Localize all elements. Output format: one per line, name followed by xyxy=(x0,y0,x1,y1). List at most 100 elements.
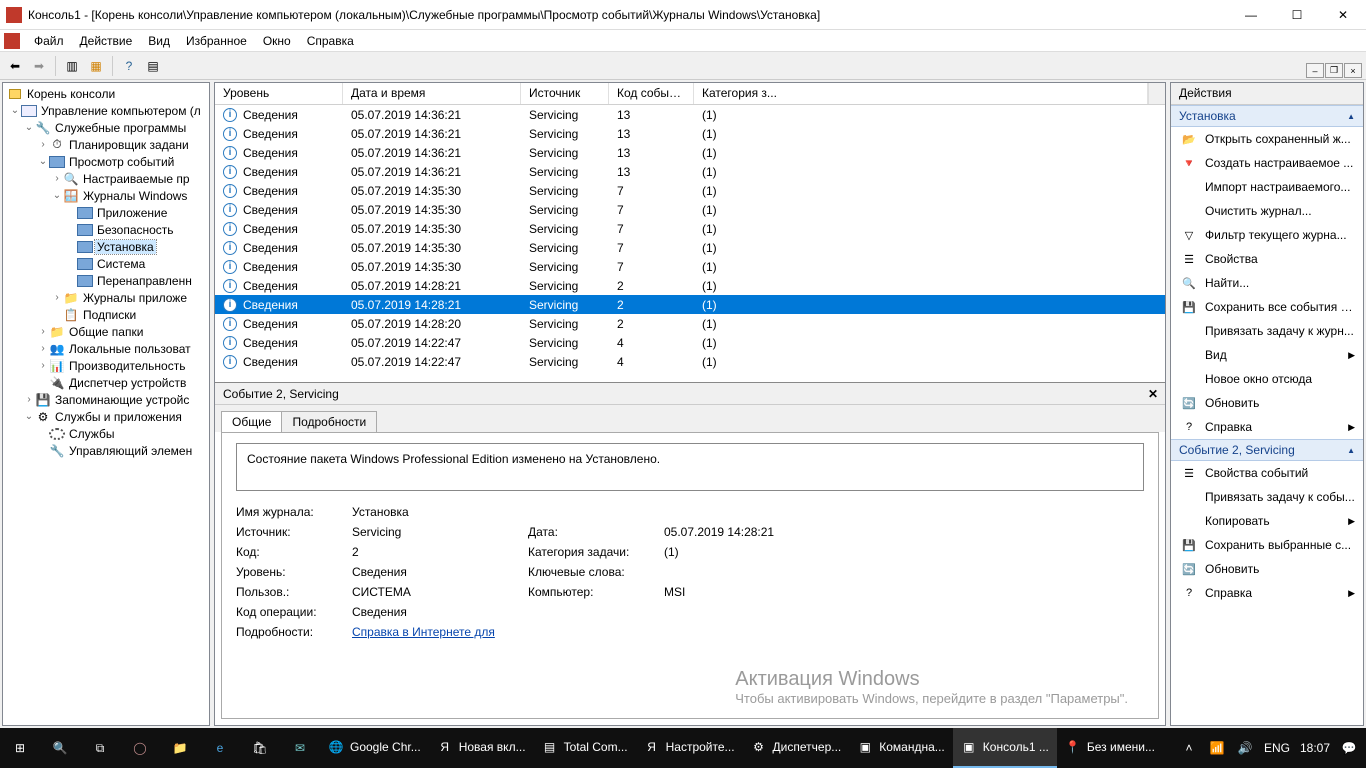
properties-button[interactable]: ▤ xyxy=(142,55,164,77)
event-row[interactable]: iСведения05.07.2019 14:28:21Servicing2(1… xyxy=(215,276,1165,295)
event-row[interactable]: iСведения05.07.2019 14:36:21Servicing13(… xyxy=(215,105,1165,124)
event-row[interactable]: iСведения05.07.2019 14:35:30Servicing7(1… xyxy=(215,238,1165,257)
action-item[interactable]: 🔍Найти... xyxy=(1171,271,1363,295)
actions-section-header[interactable]: Событие 2, Servicing▲ xyxy=(1171,439,1363,461)
taskbar-item[interactable]: ЯНастройте... xyxy=(636,728,743,768)
export-button[interactable]: ▦ xyxy=(85,55,107,77)
pinned-store[interactable]: 🛍 xyxy=(240,728,280,768)
col-datetime[interactable]: Дата и время xyxy=(343,83,521,104)
action-item[interactable]: 🔻Создать настраиваемое ... xyxy=(1171,151,1363,175)
action-item[interactable]: ▽Фильтр текущего журна... xyxy=(1171,223,1363,247)
tree-applogs[interactable]: ›📁Журналы приложе xyxy=(5,289,209,306)
event-row[interactable]: iСведения05.07.2019 14:22:47Servicing4(1… xyxy=(215,333,1165,352)
menu-action[interactable]: Действие xyxy=(72,32,141,50)
tree-root[interactable]: Корень консоли xyxy=(5,85,209,102)
taskview-button[interactable]: ⧉ xyxy=(80,728,120,768)
action-item[interactable]: Привязать задачу к журн... xyxy=(1171,319,1363,343)
menu-help[interactable]: Справка xyxy=(299,32,362,50)
minimize-button[interactable]: — xyxy=(1228,0,1274,30)
col-source[interactable]: Источник xyxy=(521,83,609,104)
menu-window[interactable]: Окно xyxy=(255,32,299,50)
event-row[interactable]: iСведения05.07.2019 14:28:20Servicing2(1… xyxy=(215,314,1165,333)
tray-notifications-icon[interactable]: 💬 xyxy=(1340,741,1358,755)
tree-pane[interactable]: Корень консоли ⌄Управление компьютером (… xyxy=(2,82,210,726)
action-item[interactable]: 📂Открыть сохраненный ж... xyxy=(1171,127,1363,151)
action-item[interactable]: Новое окно отсюда xyxy=(1171,367,1363,391)
menu-file[interactable]: Файл xyxy=(26,32,72,50)
action-item[interactable]: Очистить журнал... xyxy=(1171,199,1363,223)
help-online-link[interactable]: Справка в Интернете для xyxy=(352,625,495,639)
show-hide-tree-button[interactable]: ▥ xyxy=(61,55,83,77)
tree-users[interactable]: ›👥Локальные пользоват xyxy=(5,340,209,357)
event-row[interactable]: iСведения05.07.2019 14:35:30Servicing7(1… xyxy=(215,200,1165,219)
event-row[interactable]: iСведения05.07.2019 14:22:47Servicing4(1… xyxy=(215,352,1165,371)
tree-sched[interactable]: ›⏱Планировщик задани xyxy=(5,136,209,153)
tree-services[interactable]: Службы xyxy=(5,425,209,442)
pinned-mail[interactable]: ✉ xyxy=(280,728,320,768)
tray-lang[interactable]: ENG xyxy=(1264,741,1290,755)
tree-log-system[interactable]: Система xyxy=(5,255,209,272)
mdi-minimize[interactable]: – xyxy=(1306,63,1324,78)
taskbar-item[interactable]: 📍Без имени... xyxy=(1057,728,1163,768)
action-item[interactable]: 🔄Обновить xyxy=(1171,557,1363,581)
tree-services-apps[interactable]: ⌄⚙Службы и приложения xyxy=(5,408,209,425)
action-item[interactable]: Вид▶ xyxy=(1171,343,1363,367)
help-button[interactable]: ? xyxy=(118,55,140,77)
tree-log-app[interactable]: Приложение xyxy=(5,204,209,221)
event-list-body[interactable]: iСведения05.07.2019 14:36:21Servicing13(… xyxy=(215,105,1165,382)
taskbar-item[interactable]: ЯНовая вкл... xyxy=(429,728,534,768)
action-item[interactable]: Привязать задачу к собы... xyxy=(1171,485,1363,509)
tray-chevron-icon[interactable]: ˄ xyxy=(1180,741,1198,755)
mdi-close[interactable]: × xyxy=(1344,63,1362,78)
action-item[interactable]: ?Справка▶ xyxy=(1171,581,1363,605)
tree-wmi[interactable]: 🔧Управляющий элемен xyxy=(5,442,209,459)
tree-shared[interactable]: ›📁Общие папки xyxy=(5,323,209,340)
tree-util[interactable]: ⌄🔧Служебные программы xyxy=(5,119,209,136)
tree-devmgr[interactable]: 🔌Диспетчер устройств xyxy=(5,374,209,391)
col-level[interactable]: Уровень xyxy=(215,83,343,104)
tree-subs[interactable]: 📋Подписки xyxy=(5,306,209,323)
event-row[interactable]: iСведения05.07.2019 14:36:21Servicing13(… xyxy=(215,162,1165,181)
mdi-restore[interactable]: ❐ xyxy=(1325,63,1343,78)
action-item[interactable]: ?Справка▶ xyxy=(1171,415,1363,439)
event-row[interactable]: iСведения05.07.2019 14:35:30Servicing7(1… xyxy=(215,181,1165,200)
menu-favorites[interactable]: Избранное xyxy=(178,32,255,50)
tree-log-security[interactable]: Безопасность xyxy=(5,221,209,238)
pinned-explorer[interactable]: 📁 xyxy=(160,728,200,768)
list-scroll-top[interactable] xyxy=(1148,83,1165,104)
tree-storage[interactable]: ›💾Запоминающие устройс xyxy=(5,391,209,408)
tree-winlogs[interactable]: ⌄🪟Журналы Windows xyxy=(5,187,209,204)
action-item[interactable]: Импорт настраиваемого... xyxy=(1171,175,1363,199)
actions-section-header[interactable]: Установка▲ xyxy=(1171,105,1363,127)
event-row[interactable]: iСведения05.07.2019 14:35:30Servicing7(1… xyxy=(215,219,1165,238)
start-button[interactable]: ⊞ xyxy=(0,728,40,768)
action-item[interactable]: 💾Сохранить выбранные с... xyxy=(1171,533,1363,557)
pinned-opera[interactable]: ◯ xyxy=(120,728,160,768)
action-item[interactable]: ☰Свойства событий xyxy=(1171,461,1363,485)
tree-mgmt[interactable]: ⌄Управление компьютером (л xyxy=(5,102,209,119)
details-close-icon[interactable]: ✕ xyxy=(1145,386,1161,402)
tree-log-forwarded[interactable]: Перенаправленн xyxy=(5,272,209,289)
tab-general[interactable]: Общие xyxy=(221,411,282,432)
action-item[interactable]: 💾Сохранить все события к... xyxy=(1171,295,1363,319)
tray-volume-icon[interactable]: 🔊 xyxy=(1236,741,1254,755)
taskbar-item[interactable]: ▤Total Com... xyxy=(534,728,636,768)
action-item[interactable]: 🔄Обновить xyxy=(1171,391,1363,415)
taskbar-item[interactable]: ⚙Диспетчер... xyxy=(743,728,850,768)
tray-clock[interactable]: 18:07 xyxy=(1300,741,1330,755)
back-button[interactable]: ⬅ xyxy=(4,55,26,77)
tree-log-setup[interactable]: Установка xyxy=(5,238,209,255)
event-row[interactable]: iСведения05.07.2019 14:36:21Servicing13(… xyxy=(215,143,1165,162)
close-button[interactable]: ✕ xyxy=(1320,0,1366,30)
action-item[interactable]: Копировать▶ xyxy=(1171,509,1363,533)
forward-button[interactable]: ➡ xyxy=(28,55,50,77)
tree-customviews[interactable]: ›🔍Настраиваемые пр xyxy=(5,170,209,187)
event-row[interactable]: iСведения05.07.2019 14:36:21Servicing13(… xyxy=(215,124,1165,143)
event-row[interactable]: iСведения05.07.2019 14:28:21Servicing2(1… xyxy=(215,295,1165,314)
taskbar-item[interactable]: ▣Командна... xyxy=(849,728,953,768)
taskbar-item[interactable]: ▣Консоль1 ... xyxy=(953,728,1057,768)
search-button[interactable]: 🔍 xyxy=(40,728,80,768)
tree-eventviewer[interactable]: ⌄Просмотр событий xyxy=(5,153,209,170)
col-category[interactable]: Категория з... xyxy=(694,83,1148,104)
tray-network-icon[interactable]: 📶 xyxy=(1208,741,1226,755)
